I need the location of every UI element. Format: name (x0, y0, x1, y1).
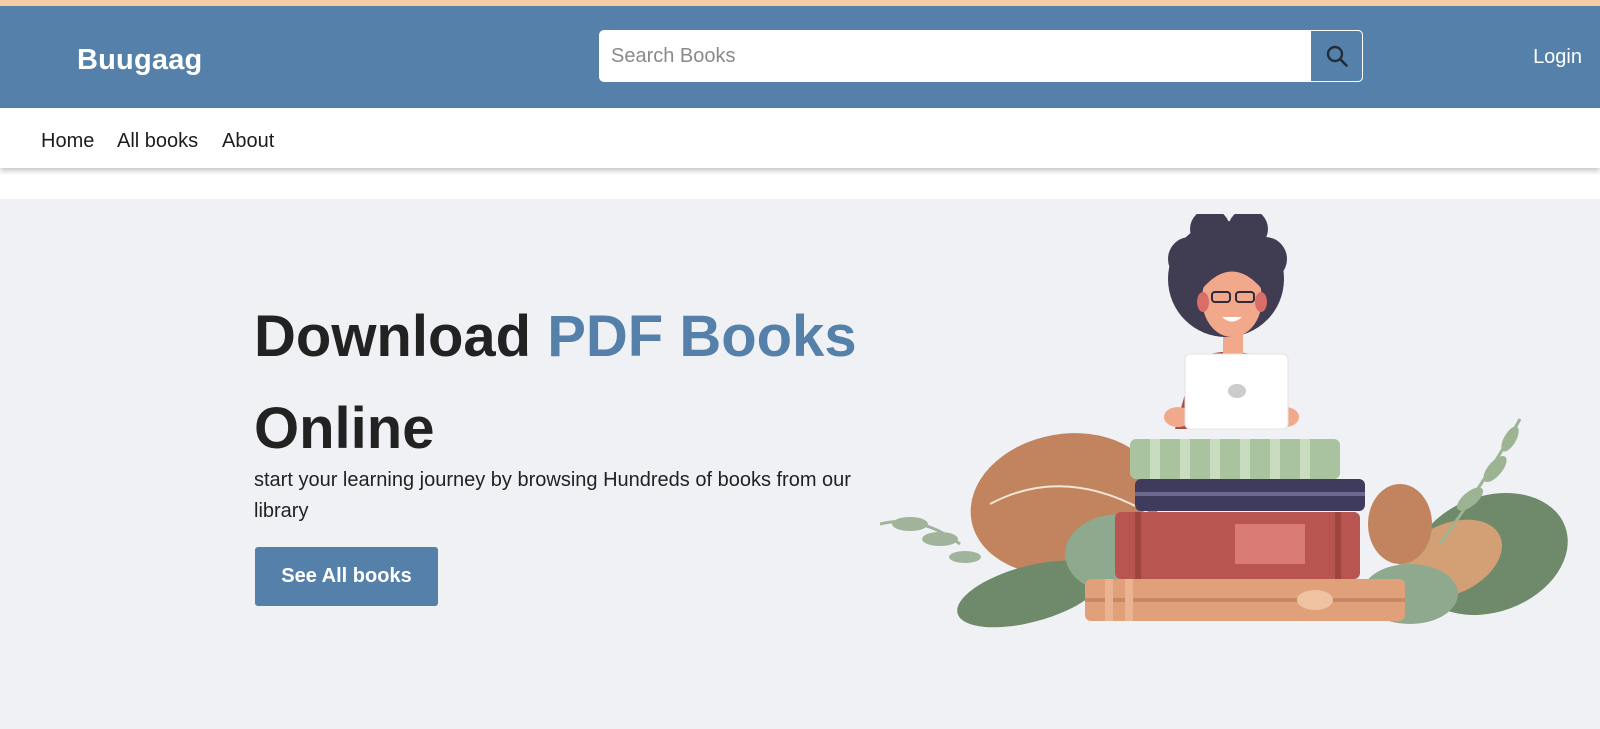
hero-title-accent: PDF Books (547, 304, 857, 369)
site-header: Buugaag Login (0, 6, 1600, 108)
hero-title-part1: Download (254, 304, 548, 369)
see-all-books-button[interactable]: See All books (255, 547, 438, 606)
search-button[interactable] (1310, 30, 1363, 82)
woman-reading-on-books-illustration (880, 214, 1568, 628)
hero-section: Download PDF Books Online start your lear… (0, 199, 1600, 729)
nav-item-all-books[interactable]: All books (117, 130, 198, 153)
hero-title-part2: Online (254, 396, 435, 461)
search-input[interactable] (599, 30, 1310, 82)
login-link[interactable]: Login (1533, 46, 1582, 69)
nav-item-home[interactable]: Home (41, 130, 94, 153)
search-icon (1326, 45, 1348, 67)
nav-item-about[interactable]: About (222, 130, 274, 153)
search-bar (599, 30, 1363, 82)
hero-subtitle: start your learning journey by browsing … (254, 469, 851, 522)
brand-logo[interactable]: Buugaag (77, 44, 202, 77)
hero-title: Download PDF Books Online (254, 291, 894, 475)
main-nav: Home All books About (0, 108, 1600, 168)
